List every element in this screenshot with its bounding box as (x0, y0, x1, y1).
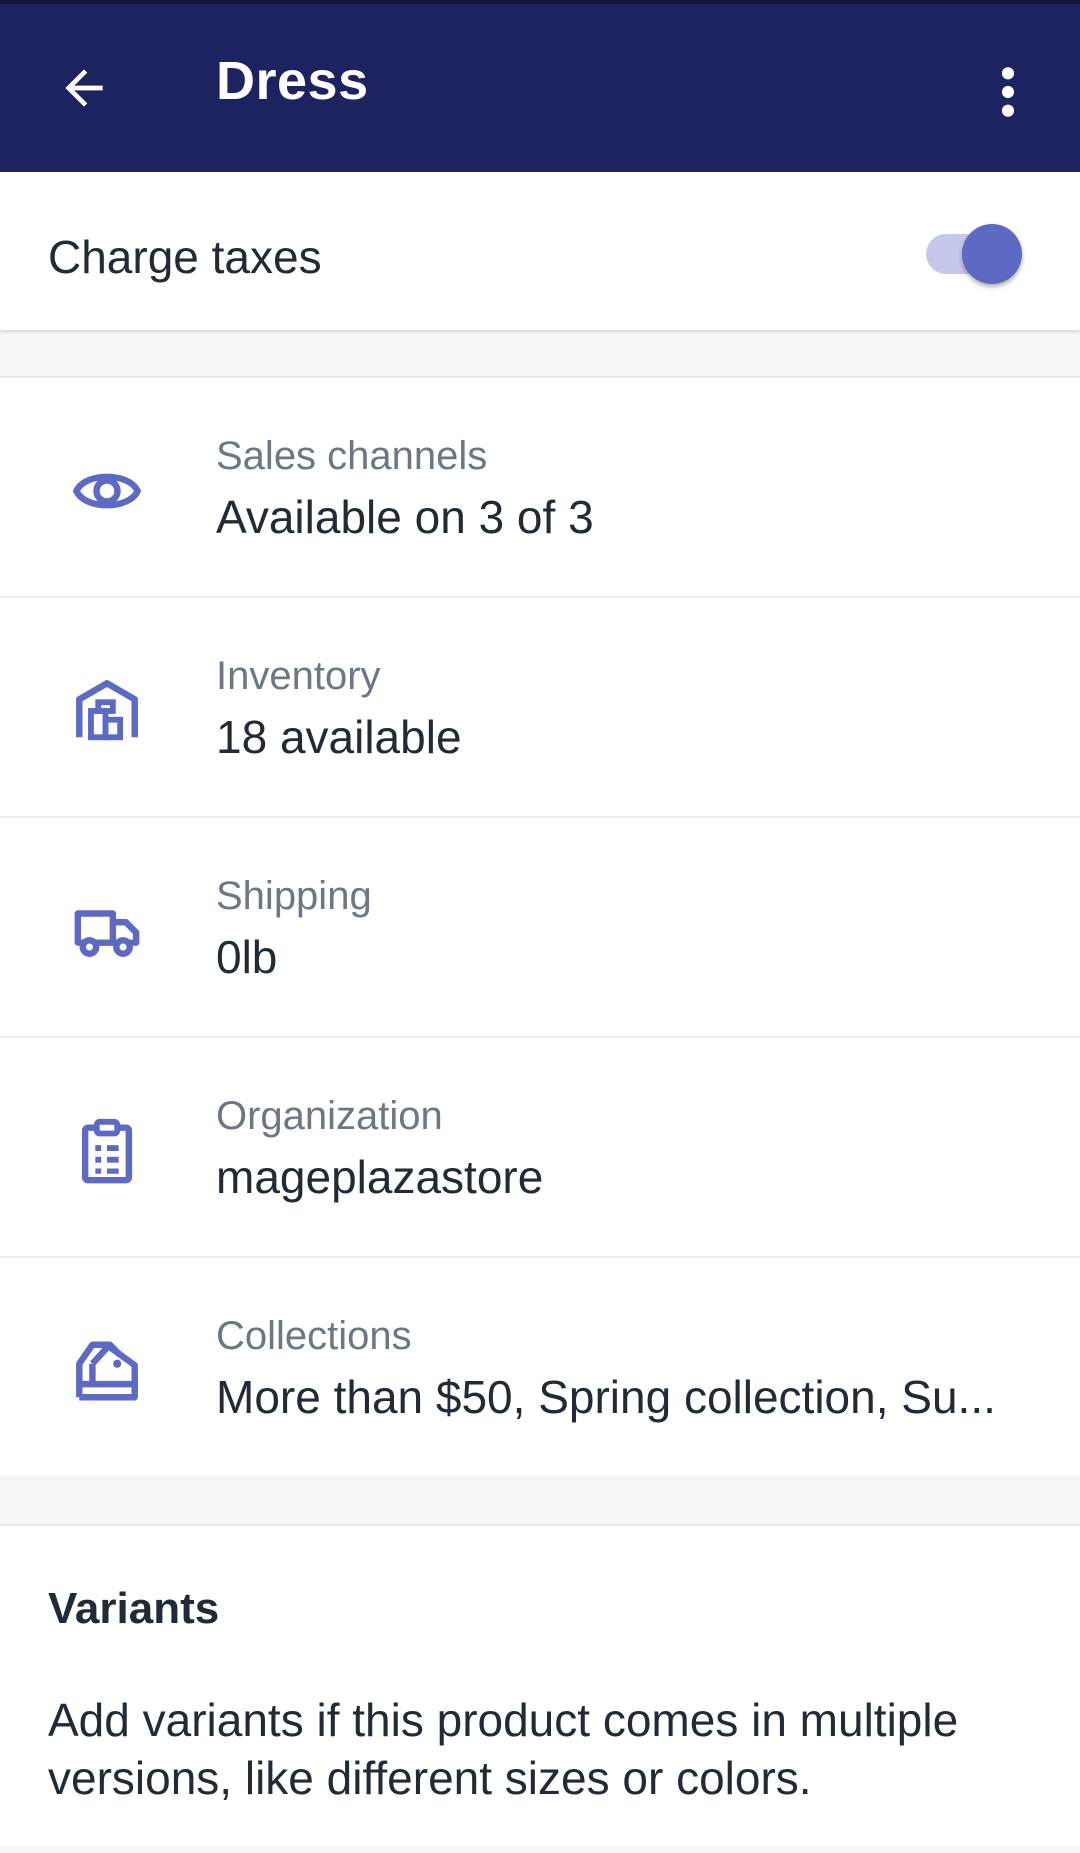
arrow-left-icon[interactable] (56, 60, 112, 116)
collection-tag-icon (76, 1341, 138, 1401)
inventory-value: 18 available (216, 711, 462, 763)
variants-description: Add variants if this product comes in mu… (48, 1694, 959, 1804)
page-title: Dress (216, 51, 369, 111)
truck-icon (74, 910, 140, 957)
warehouse-icon (76, 680, 138, 741)
sales-channels-label: Sales channels (216, 434, 488, 478)
collections-value: More than $50, Spring collection, Su... (216, 1371, 996, 1423)
more-vertical-icon[interactable] (990, 64, 1026, 120)
collections-row[interactable]: Collections More than $50, Spring collec… (0, 1258, 1080, 1476)
charge-taxes-toggle-knob[interactable] (962, 224, 1022, 284)
product-details-list: Sales channels Available on 3 of 3 Inven… (0, 378, 1080, 1476)
inventory-label: Inventory (216, 654, 381, 698)
organization-value: mageplazastore (216, 1151, 544, 1203)
inventory-row[interactable]: Inventory 18 available (0, 598, 1080, 818)
charge-taxes-row: Charge taxes (0, 172, 1080, 330)
shipping-value: 0lb (216, 931, 278, 983)
organization-label: Organization (216, 1094, 443, 1138)
section-divider (0, 330, 1080, 378)
eye-icon (72, 473, 142, 509)
shipping-label: Shipping (216, 874, 372, 918)
clipboard-icon (81, 1118, 133, 1184)
section-divider (0, 1476, 1080, 1526)
variants-section: Variants Add variants if this product co… (0, 1526, 1080, 1846)
sales-channels-row[interactable]: Sales channels Available on 3 of 3 (0, 378, 1080, 598)
variants-heading: Variants (48, 1584, 220, 1633)
collections-label: Collections (216, 1314, 412, 1358)
organization-row[interactable]: Organization mageplazastore (0, 1038, 1080, 1258)
app-bar: Dress (0, 0, 1080, 172)
charge-taxes-label: Charge taxes (48, 231, 322, 283)
sales-channels-value: Available on 3 of 3 (216, 491, 594, 543)
shipping-row[interactable]: Shipping 0lb (0, 818, 1080, 1038)
